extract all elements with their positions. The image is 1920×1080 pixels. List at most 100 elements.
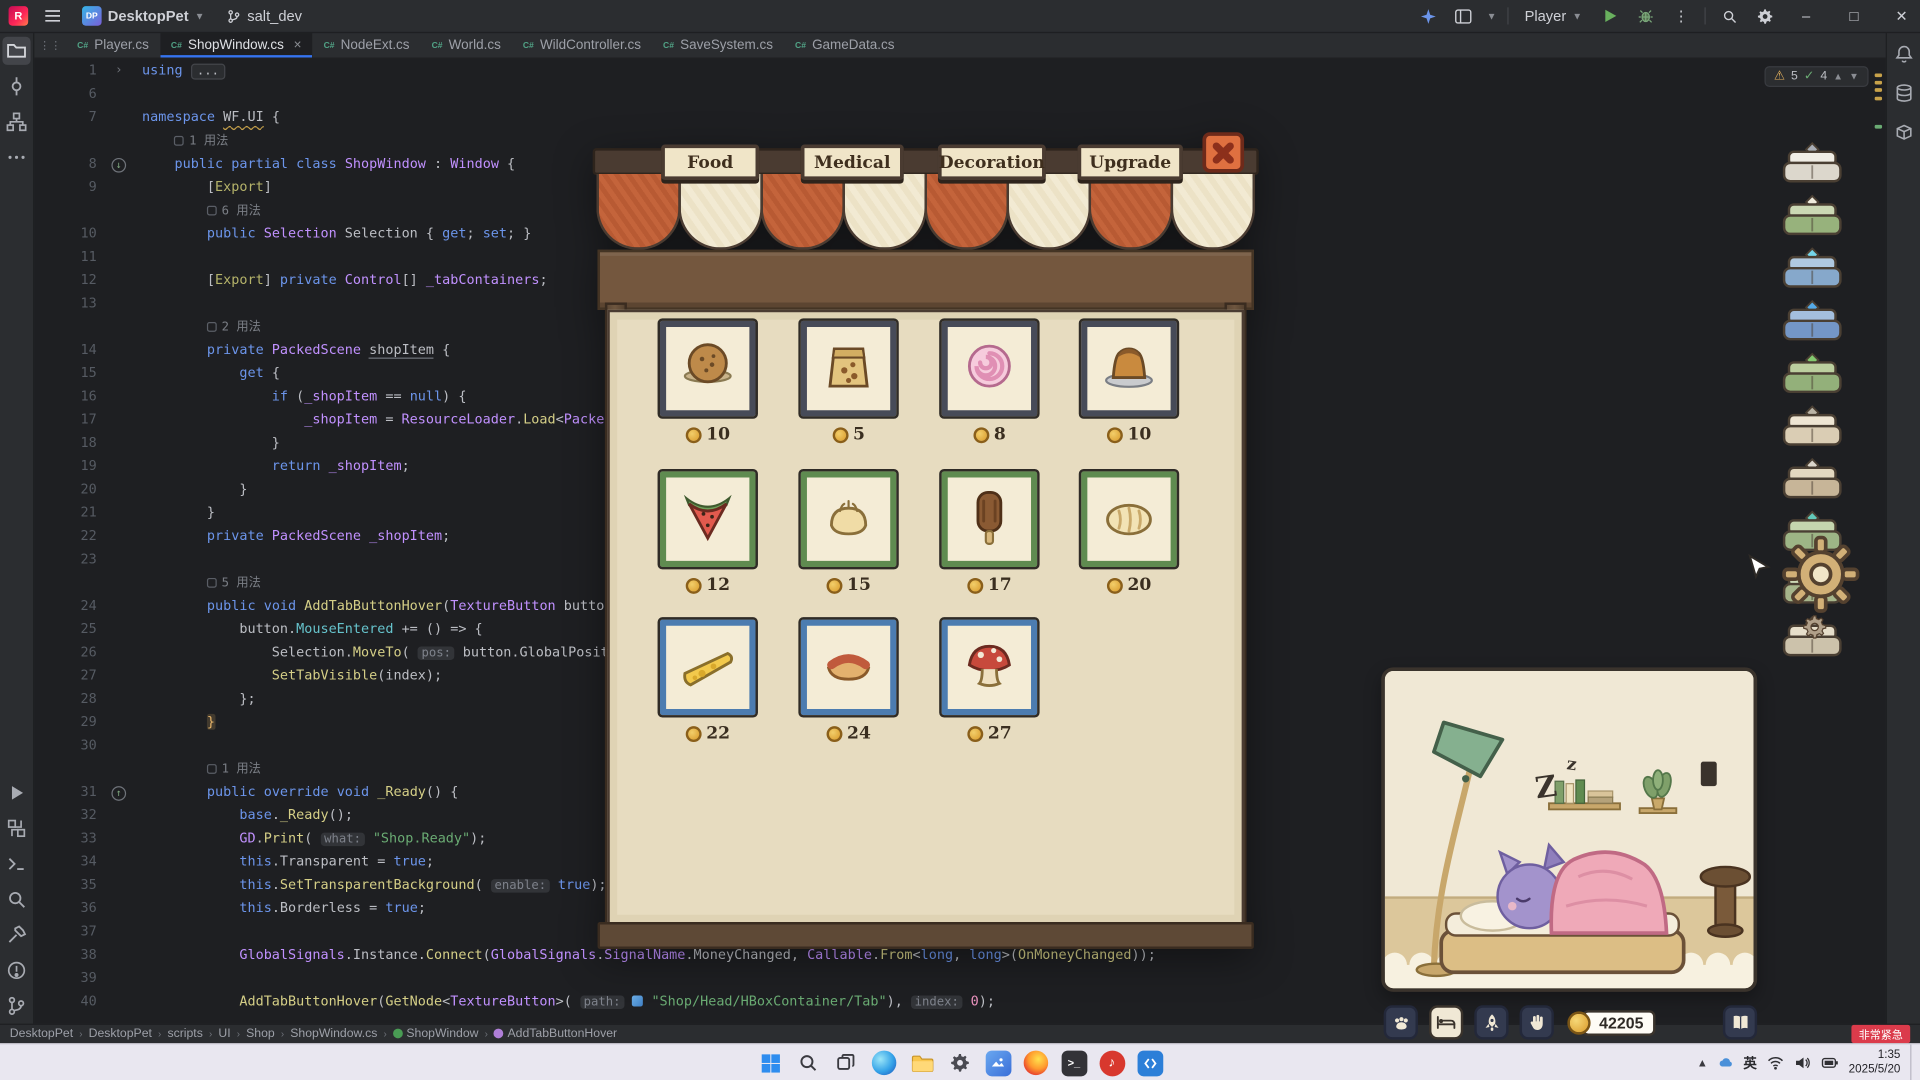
window-minimize-button[interactable]: – [1788,0,1825,32]
commit-tool-icon[interactable] [2,72,30,100]
chest-item[interactable] [1778,352,1847,403]
shop-item-candy-swirl[interactable]: 8 [939,318,1040,444]
run-button[interactable] [1598,4,1622,28]
ime-indicator[interactable]: 英 [1743,1053,1756,1073]
journal-button[interactable] [1722,1005,1758,1040]
branch-tool-icon[interactable] [2,992,30,1020]
small-gear-icon[interactable] [1802,615,1827,646]
shop-tab-food[interactable]: Food [661,144,760,180]
editor-tab[interactable]: C# SaveSystem.cs [652,33,784,57]
editor-tab[interactable]: C# ShopWindow.cs × [159,33,313,58]
breadcrumb-item[interactable]: DesktopPet [89,1027,152,1040]
status-badge[interactable]: 非常紧急 [1851,1024,1911,1044]
project-selector[interactable]: DP DesktopPet ▼ [77,4,209,28]
shop-tab-medical[interactable]: Medical [800,144,904,180]
window-close-button[interactable]: ✕ [1883,0,1920,32]
shop-item-cookie[interactable]: 10 [657,318,758,444]
find-tool-icon[interactable] [2,885,30,913]
problems-tool-icon[interactable] [2,956,30,984]
bell-tool-icon[interactable] [1889,39,1917,67]
show-desktop-button[interactable] [1910,1044,1914,1080]
next-issue-icon[interactable]: ▼ [1849,71,1859,82]
chest-item[interactable] [1778,194,1847,245]
terminal-tool-icon[interactable] [2,850,30,878]
chest-item[interactable] [1778,405,1847,455]
shop-tab-decoration[interactable]: Decoration [937,144,1046,180]
rider-logo-icon[interactable]: R [8,6,29,26]
shop-item-pudding[interactable]: 10 [1078,318,1180,444]
settings-taskbar-icon[interactable] [945,1048,974,1077]
shop-item-mushroom[interactable]: 27 [939,617,1040,743]
editor-tab[interactable]: C# Player.cs [66,33,160,57]
database-tool-icon[interactable] [1889,78,1917,106]
chest-item[interactable] [1778,141,1847,192]
shop-close-button[interactable] [1202,132,1245,173]
taskbar-clock[interactable]: 1:35 2025/5/20 [1849,1048,1901,1077]
window-maximize-button[interactable]: □ [1836,0,1873,32]
chevron-down-icon[interactable]: ▼ [1487,10,1497,21]
inspection-widget[interactable]: ⚠ 5 ✓ 4 ▲ ▼ [1764,66,1869,87]
chest-item[interactable] [1778,299,1847,350]
shop-item-popsicle[interactable]: 17 [939,468,1040,595]
editor-tab[interactable]: C# NodeExt.cs [313,33,421,57]
firefox-taskbar-icon[interactable] [1021,1048,1050,1077]
chest-item[interactable] [1778,247,1847,297]
taskview-taskbar-icon[interactable] [831,1048,860,1077]
package-tool-icon[interactable] [1889,118,1917,146]
volume-icon[interactable] [1794,1054,1811,1071]
shop-tab-upgrade[interactable]: Upgrade [1077,144,1183,180]
start-taskbar-icon[interactable] [756,1048,785,1077]
more-actions-icon[interactable]: ⋮ [1669,4,1693,28]
breadcrumb-item[interactable]: UI [218,1027,230,1040]
chest-item[interactable] [1778,457,1847,508]
inheritors-icon[interactable]: ↓ [111,157,127,173]
breadcrumb-item[interactable]: ShopWindow.cs [290,1027,377,1040]
fold-arrow[interactable]: › [105,59,134,82]
run-configuration-selector[interactable]: Player ▼ [1520,5,1587,27]
tray-chevron-icon[interactable]: ▲ [1697,1057,1708,1069]
editor-tab[interactable]: C# World.cs [421,33,512,57]
run-tool-icon[interactable] [2,779,30,807]
prev-issue-icon[interactable]: ▲ [1833,71,1843,82]
hand-button[interactable] [1519,1005,1554,1040]
editor-tab[interactable]: C# GameData.cs [784,33,905,57]
layout-icon[interactable] [1451,4,1475,28]
main-menu-icon[interactable] [40,4,64,28]
settings-gear-icon[interactable] [1752,4,1776,28]
shop-item-cookie-bag[interactable]: 5 [798,318,899,444]
rocket-button[interactable] [1474,1005,1509,1040]
debug-button[interactable] [1633,4,1657,28]
editor-tab[interactable]: C# WildController.cs [512,33,652,57]
folder-tool-icon[interactable] [2,36,31,65]
shop-item-watermelon[interactable]: 12 [657,468,758,595]
search-everywhere-icon[interactable] [1717,4,1741,28]
bed-button[interactable] [1428,1005,1464,1040]
override-icon[interactable]: ↑ [111,786,127,801]
paw-button[interactable] [1383,1005,1418,1040]
more-tool-icon[interactable] [2,143,30,171]
breadcrumb-item[interactable]: scripts [167,1027,202,1040]
wifi-icon[interactable] [1767,1054,1784,1071]
tab-close-icon[interactable]: × [294,38,302,53]
onedrive-icon[interactable] [1718,1055,1734,1071]
battery-icon[interactable] [1820,1054,1838,1071]
gear-item-icon[interactable] [1780,534,1861,621]
services-tool-icon[interactable] [2,814,30,842]
shop-item-cheese[interactable]: 22 [657,617,758,743]
ai-assistant-icon[interactable] [1416,4,1440,28]
explorer-taskbar-icon[interactable] [907,1048,936,1077]
terminal-taskbar-icon[interactable]: >_ [1059,1048,1088,1077]
music-taskbar-icon[interactable]: ♪ [1097,1048,1126,1077]
search-taskbar-icon[interactable] [793,1048,822,1077]
tool-window-handle[interactable]: ⋮⋮ [34,33,66,57]
photos-taskbar-icon[interactable] [983,1048,1012,1077]
breadcrumb-item[interactable]: AddTabButtonHover [494,1027,617,1041]
shop-item-hotdog[interactable]: 24 [798,617,899,743]
breadcrumb-item[interactable]: DesktopPet [10,1027,73,1040]
breadcrumb-item[interactable]: ShopWindow [392,1027,479,1041]
edge-taskbar-icon[interactable] [869,1048,898,1077]
build-tool-icon[interactable] [2,921,30,949]
code-taskbar-icon[interactable] [1135,1048,1164,1077]
breadcrumb-item[interactable]: Shop [246,1027,275,1040]
branch-selector[interactable]: salt_dev [222,5,307,27]
